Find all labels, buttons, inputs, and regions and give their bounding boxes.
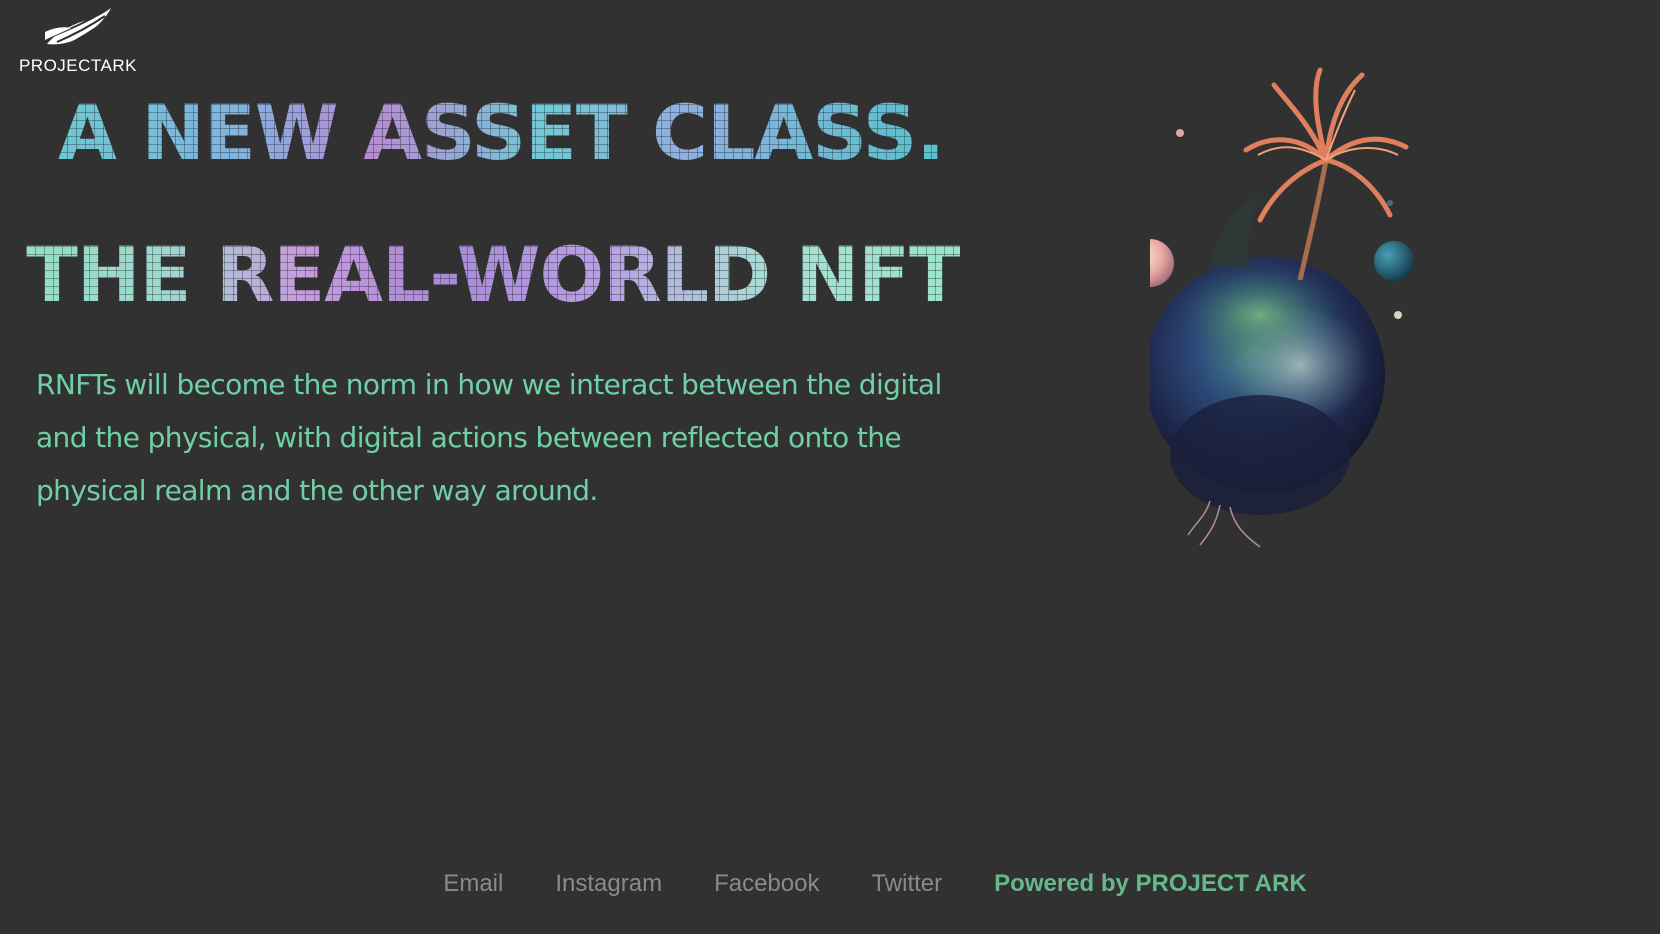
landing-page: PROJECTARK A NEW ASSET CLASS. THE REAL-W… (0, 0, 1660, 934)
footer-link-email[interactable]: Email (443, 870, 503, 898)
headline-secondary: THE REAL-WORLD NFT (26, 230, 960, 319)
footer-link-twitter[interactable]: Twitter (871, 870, 942, 898)
footer-nav: Email Instagram Facebook Twitter Powered… (443, 870, 1306, 898)
floating-island-image (1150, 67, 1414, 548)
brand-name: PROJECTARK (18, 56, 138, 75)
footer-link-instagram[interactable]: Instagram (555, 870, 662, 898)
powered-by-link[interactable]: Powered by PROJECT ARK (994, 870, 1307, 898)
footer: Email Instagram Facebook Twitter Powered… (0, 870, 1660, 898)
wing-icon (45, 8, 111, 47)
hero-description: RNFTs will become the norm in how we int… (36, 368, 942, 507)
footer-link-facebook[interactable]: Facebook (714, 870, 819, 898)
headline-primary: A NEW ASSET CLASS. (58, 88, 945, 177)
brand-logo[interactable]: PROJECTARK (8, 6, 148, 90)
